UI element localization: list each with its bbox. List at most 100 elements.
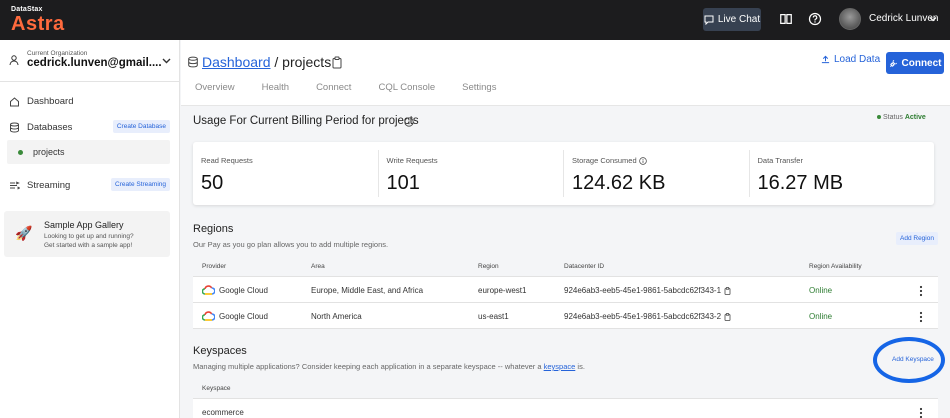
breadcrumb: Dashboard / projects	[202, 54, 331, 70]
sidebar: Current Organization cedrick.lunven@gmai…	[0, 40, 180, 418]
clipboard-icon[interactable]	[724, 313, 731, 321]
sample-subtitle-line: Get started with a sample app!	[44, 242, 133, 249]
streaming-icon	[10, 181, 20, 190]
usage-metrics-card: Read Requests 50 Write Requests 101 Stor…	[193, 142, 934, 205]
org-switcher[interactable]: Current Organization cedrick.lunven@gmai…	[0, 40, 180, 82]
sidebar-item-label: Dashboard	[27, 96, 74, 107]
column-header: Keyspace	[202, 385, 231, 392]
clipboard-icon[interactable]	[724, 287, 731, 295]
sidebar-item-projects[interactable]: projects	[7, 140, 170, 164]
logo-small-text: DataStax	[11, 6, 43, 13]
breadcrumb-dashboard-link[interactable]: Dashboard	[202, 54, 271, 70]
more-vertical-icon[interactable]	[918, 311, 924, 323]
more-vertical-icon[interactable]	[918, 285, 924, 297]
sample-title: Sample App Gallery	[44, 220, 124, 230]
datacenter-id: 924e6ab3-eeb5-45e1-9861-5abcdc62f343-2	[564, 312, 722, 321]
upload-icon	[821, 55, 830, 64]
usage-title: Usage For Current Billing Period for pro…	[193, 115, 419, 127]
metric-label: Write Requests	[386, 156, 438, 165]
chevron-down-icon[interactable]	[161, 55, 172, 66]
org-label: Current Organization	[27, 50, 88, 57]
database-icon	[10, 122, 19, 133]
info-icon[interactable]	[404, 117, 414, 127]
keyspaces-subtitle-text: Managing multiple applications? Consider…	[193, 362, 544, 371]
regions-table: Provider Area Region Datacenter ID Regio…	[193, 255, 938, 329]
metric-value: 124.62 KB	[572, 172, 666, 194]
sample-app-gallery-card[interactable]: 🚀 Sample App Gallery Looking to get up a…	[4, 211, 170, 257]
rocket-icon: 🚀	[15, 225, 33, 241]
metric-data-transfer: Data Transfer 16.27 MB	[750, 150, 935, 197]
clipboard-icon[interactable]	[331, 56, 343, 69]
breadcrumb-separator: /	[270, 54, 283, 70]
breadcrumb-current: projects	[282, 54, 332, 70]
column-header: Provider	[202, 263, 227, 270]
column-header: Datacenter ID	[564, 263, 605, 270]
region-cell: us-east1	[478, 312, 509, 321]
availability-cell: Online	[809, 286, 833, 295]
chevron-down-icon[interactable]	[928, 14, 938, 24]
live-chat-label: Live Chat	[717, 14, 761, 25]
provider-cell: Google Cloud	[219, 312, 268, 321]
table-header: Keyspace	[193, 377, 938, 399]
info-icon[interactable]	[638, 157, 647, 165]
table-header: Provider Area Region Datacenter ID Regio…	[193, 255, 938, 277]
astra-logo[interactable]: DataStax Astra	[11, 6, 65, 34]
database-icon	[188, 56, 198, 68]
keyspace-cell: ecommerce	[202, 408, 244, 417]
status-dot	[877, 115, 881, 120]
create-database-button[interactable]: Create Database	[112, 120, 170, 133]
keyspaces-subtitle: Managing multiple applications? Consider…	[193, 362, 585, 371]
keyspaces-subtitle-end: is.	[575, 362, 585, 371]
tab-settings[interactable]: Settings	[462, 82, 496, 93]
database-header: Dashboard / projects Load Data Connect O…	[181, 40, 950, 106]
sidebar-item-databases[interactable]: Databases Create Database	[0, 117, 180, 137]
google-cloud-icon	[202, 285, 215, 295]
more-vertical-icon[interactable]	[918, 407, 924, 418]
column-header: Region Availability	[809, 263, 862, 270]
load-data-button[interactable]: Load Data	[821, 54, 880, 65]
keyspace-docs-link[interactable]: keyspace	[544, 362, 576, 371]
keyspaces-title: Keyspaces	[193, 345, 247, 357]
plug-icon	[889, 59, 897, 67]
regions-title: Regions	[193, 223, 234, 235]
metric-read-requests: Read Requests 50	[193, 150, 379, 197]
metric-storage-consumed: Storage Consumed 124.62 KB	[564, 150, 750, 197]
metric-write-requests: Write Requests 101	[379, 150, 564, 197]
add-region-button[interactable]: Add Region	[896, 232, 938, 245]
google-cloud-icon	[202, 311, 215, 321]
area-cell: Europe, Middle East, and Africa	[311, 286, 424, 295]
logo-text: Astra	[11, 13, 65, 35]
sidebar-item-streaming[interactable]: Streaming Create Streaming	[0, 175, 180, 195]
column-header: Region	[478, 263, 499, 270]
load-data-label: Load Data	[834, 54, 881, 65]
metric-label: Read Requests	[201, 156, 253, 165]
sidebar-item-dashboard[interactable]: Dashboard	[0, 91, 180, 111]
home-icon	[10, 97, 19, 107]
user-avatar[interactable]	[839, 8, 861, 30]
availability-cell: Online	[809, 312, 833, 321]
live-chat-button[interactable]: Live Chat	[703, 8, 761, 31]
status-dot	[18, 150, 23, 155]
docs-book-icon[interactable]	[778, 11, 794, 27]
datacenter-cell: 924e6ab3-eeb5-45e1-9861-5abcdc62f343-2	[564, 312, 731, 321]
tab-cql-console[interactable]: CQL Console	[378, 82, 435, 93]
metric-label: Storage Consumed	[572, 156, 647, 165]
sidebar-item-label: Databases	[27, 122, 73, 133]
users-icon	[9, 55, 19, 66]
sidebar-item-label: Streaming	[27, 180, 71, 191]
connect-button[interactable]: Connect	[886, 52, 944, 74]
tab-connect[interactable]: Connect	[316, 82, 351, 93]
org-name: cedrick.lunven@gmail....	[27, 57, 162, 69]
area-cell: North America	[311, 312, 362, 321]
database-tabs: Overview Health Connect CQL Console Sett…	[195, 82, 523, 93]
tab-overview[interactable]: Overview	[195, 82, 235, 93]
database-name: projects	[33, 147, 65, 157]
table-row: ecommerce	[193, 399, 938, 418]
tab-health[interactable]: Health	[262, 82, 289, 93]
help-icon[interactable]	[807, 11, 823, 27]
metric-value: 50	[201, 172, 224, 194]
create-streaming-button[interactable]: Create Streaming	[111, 178, 170, 191]
regions-subtitle: Our Pay as you go plan allows you to add…	[193, 240, 389, 249]
metric-label-text: Storage Consumed	[572, 156, 637, 165]
datacenter-id: 924e6ab3-eeb5-45e1-9861-5abcdc62f343-1	[564, 286, 722, 295]
